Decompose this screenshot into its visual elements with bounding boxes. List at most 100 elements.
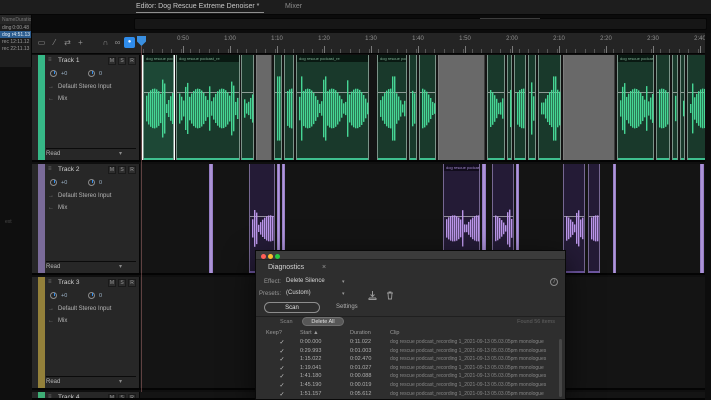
column-keep[interactable]: Keep? [266, 330, 282, 336]
effect-caret-icon[interactable]: ▾ [342, 279, 345, 285]
close-icon[interactable]: × [322, 264, 326, 271]
column-start[interactable]: Start ▲ [300, 330, 319, 336]
minimize-traffic-light-icon[interactable] [268, 254, 273, 259]
mute-button[interactable]: M [108, 57, 116, 65]
automation-mode-select[interactable]: Read▾ [46, 148, 136, 159]
track-input-select[interactable]: Default Stereo Input [58, 84, 111, 90]
audio-clip[interactable]: dog rescue podcast_re [296, 55, 369, 160]
keep-checkbox[interactable]: ✓ [276, 356, 288, 363]
dialog-titlebar[interactable] [256, 251, 565, 260]
audio-clip[interactable] [409, 55, 417, 160]
clip-sliver[interactable] [613, 164, 616, 273]
slip-tool-icon[interactable]: ⇄ [62, 37, 73, 48]
keep-checkbox[interactable]: ✓ [276, 373, 288, 380]
mixer-tab[interactable]: Mixer [285, 3, 302, 10]
audio-clip[interactable] [514, 55, 526, 160]
audio-clip[interactable] [419, 55, 436, 160]
track-output-select[interactable]: Mix [58, 205, 67, 211]
result-row[interactable]: ✓0:00.0000:11.022dog rescue podcast_reco… [256, 339, 559, 348]
presets-dropdown[interactable]: (Custom) [286, 290, 311, 296]
solo-button[interactable]: S [118, 166, 126, 174]
link-clips-toggle-icon[interactable]: ∞ [112, 37, 123, 48]
result-row[interactable]: ✓1:45.1900:00.019dog rescue podcast_reco… [256, 382, 559, 391]
solo-button[interactable]: S [118, 279, 126, 287]
audio-clip[interactable] [538, 55, 561, 160]
file-row[interactable]: ding0:00.48 [0, 24, 31, 31]
track-name[interactable]: Track 1 [58, 57, 79, 64]
track-name[interactable]: Track 2 [58, 166, 79, 173]
automation-mode-select[interactable]: Read▾ [46, 376, 136, 387]
audio-clip[interactable]: dog rescue podcast_re [617, 55, 654, 160]
column-clip[interactable]: Clip [390, 330, 399, 336]
close-traffic-light-icon[interactable] [261, 254, 266, 259]
record-arm-button[interactable]: R [128, 394, 136, 400]
audio-clip[interactable] [507, 55, 512, 160]
file-row[interactable]: dog r4:51.13 [0, 31, 31, 38]
track-name[interactable]: Track 3 [58, 279, 79, 286]
audio-clip[interactable]: dog rescue podcast_re [176, 55, 240, 160]
audio-clip[interactable] [563, 164, 585, 273]
file-row[interactable]: rec 22:11.13 [0, 45, 31, 52]
audio-clip[interactable] [284, 55, 294, 160]
snapping-toggle-icon[interactable]: ∩ [100, 37, 111, 48]
track-output-select[interactable]: Mix [58, 96, 67, 102]
tab-settings[interactable]: Settings [336, 304, 358, 310]
audio-clip[interactable] [680, 55, 685, 160]
pan-knob[interactable] [88, 70, 95, 77]
keep-checkbox[interactable]: ✓ [276, 339, 288, 346]
volume-knob[interactable] [50, 179, 57, 186]
result-row[interactable]: ✓1:41.1800:00.088dog rescue podcast_reco… [256, 373, 559, 382]
keep-checkbox[interactable]: ✓ [276, 365, 288, 372]
track-lane[interactable]: dog rescue podcast_redog rescue podcast_… [140, 55, 711, 162]
record-indicator-icon[interactable]: ● [124, 37, 135, 48]
audio-clip[interactable] [528, 55, 536, 160]
pan-knob[interactable] [88, 179, 95, 186]
move-tool-icon[interactable]: + [75, 37, 86, 48]
volume-knob[interactable] [50, 70, 57, 77]
track-output-select[interactable]: Mix [58, 318, 67, 324]
audio-clip[interactable]: dog rescue podcast_re [143, 55, 174, 160]
pan-knob[interactable] [88, 292, 95, 299]
mute-button[interactable]: M [108, 394, 116, 400]
keep-checkbox[interactable]: ✓ [276, 391, 288, 398]
tab-scan[interactable]: Scan [264, 302, 320, 313]
automation-mode-select[interactable]: Read▾ [46, 261, 136, 272]
effect-dropdown[interactable]: Delete Silence [286, 278, 325, 284]
result-row[interactable]: ✓1:19.0410:01.027dog rescue podcast_reco… [256, 365, 559, 374]
mute-button[interactable]: M [108, 166, 116, 174]
presets-caret-icon[interactable]: ▾ [342, 291, 345, 297]
time-selection-tool-icon[interactable]: ▭ [36, 37, 47, 48]
solo-button[interactable]: S [118, 394, 126, 400]
track-input-select[interactable]: Default Stereo Input [58, 306, 111, 312]
razor-tool-icon[interactable]: ⁄ [49, 37, 60, 48]
save-preset-icon[interactable] [368, 291, 377, 300]
audio-clip[interactable] [672, 55, 678, 160]
keep-checkbox[interactable]: ✓ [276, 382, 288, 389]
volume-knob[interactable] [50, 292, 57, 299]
result-row[interactable]: ✓1:51.1570:05.612dog rescue podcast_reco… [256, 391, 559, 399]
muted-clip-block[interactable] [256, 55, 272, 160]
muted-clip-block[interactable] [563, 55, 615, 160]
clip-sliver[interactable] [700, 164, 704, 273]
keep-checkbox[interactable]: ✓ [276, 348, 288, 355]
audio-clip[interactable] [241, 55, 254, 160]
audio-clip[interactable]: dog rescue podcast_re [377, 55, 407, 160]
audio-clip[interactable] [274, 55, 282, 160]
record-arm-button[interactable]: R [128, 279, 136, 287]
column-duration[interactable]: Duration [350, 330, 371, 336]
info-icon[interactable]: i [550, 278, 558, 286]
scrub-bar[interactable] [134, 18, 707, 30]
audio-clip[interactable] [656, 55, 670, 160]
muted-clip-block[interactable] [438, 55, 485, 160]
result-row[interactable]: ✓0:29.9930:01.003dog rescue podcast_reco… [256, 348, 559, 357]
scan-button[interactable]: Scan [280, 319, 293, 325]
track-name[interactable]: Track 4 [58, 394, 79, 400]
track-input-select[interactable]: Default Stereo Input [58, 193, 111, 199]
result-row[interactable]: ✓1:15.0220:02.470dog rescue podcast_reco… [256, 356, 559, 365]
solo-button[interactable]: S [118, 57, 126, 65]
editor-tab[interactable]: Editor: Dog Rescue Extreme Denoiser * [136, 3, 259, 10]
audio-clip[interactable] [487, 55, 505, 160]
record-arm-button[interactable]: R [128, 166, 136, 174]
delete-preset-icon[interactable] [386, 291, 394, 300]
mute-button[interactable]: M [108, 279, 116, 287]
